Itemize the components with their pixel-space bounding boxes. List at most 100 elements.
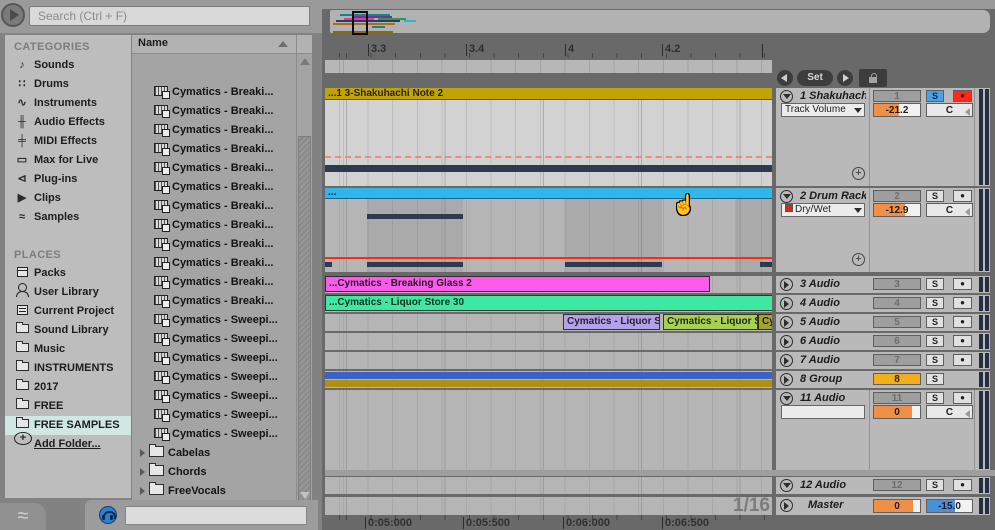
master-volume-field[interactable]: 0: [873, 499, 921, 513]
sort-ascending-icon[interactable]: [278, 41, 288, 47]
file-list-sample-row[interactable]: Cymatics - Sweepi...: [132, 387, 295, 406]
automation-line-dashed[interactable]: [325, 156, 772, 158]
track-header-6-audio[interactable]: 6 Audio 6 S: [776, 333, 990, 350]
fold-icon[interactable]: [780, 354, 793, 367]
arm-button[interactable]: [953, 392, 972, 404]
volume-field[interactable]: 0: [873, 405, 921, 419]
arrangement-overview[interactable]: [330, 10, 990, 35]
arm-button[interactable]: [953, 316, 972, 328]
track-6-lane[interactable]: [325, 333, 772, 350]
solo-button[interactable]: S: [926, 278, 944, 290]
solo-button[interactable]: S: [926, 297, 944, 309]
midi-note[interactable]: [565, 262, 662, 267]
scroll-down-icon[interactable]: [300, 492, 310, 499]
sidebar-item-sound-library[interactable]: Sound Library: [5, 321, 131, 340]
track-header-11-audio[interactable]: 11 Audio 11 S 0 C: [776, 390, 990, 470]
sidebar-item-free[interactable]: FREE: [5, 397, 131, 416]
sidebar-item-samples[interactable]: ≈ Samples: [5, 208, 131, 227]
automation-line-red[interactable]: [325, 257, 772, 259]
track-activator[interactable]: 4: [873, 297, 921, 309]
track-header-1-shakuhachi[interactable]: 1 Shakuhachi 1 S Track Volume -21.2 C +: [776, 88, 990, 186]
clip-shakuhachi[interactable]: ...1 3-Shakuhachi Note 2: [325, 88, 772, 100]
file-list-sample-row[interactable]: Cymatics - Sweepi...: [132, 425, 295, 444]
disclosure-triangle-icon[interactable]: [140, 449, 145, 458]
fold-icon[interactable]: [780, 278, 793, 291]
beat-ruler-ticks[interactable]: [325, 53, 775, 58]
sidebar-item-plug-ins[interactable]: ⊲ Plug-ins: [5, 170, 131, 189]
solo-button[interactable]: S: [926, 190, 944, 202]
track-activator[interactable]: 1: [873, 90, 921, 102]
scrub-area[interactable]: [325, 60, 772, 73]
sidebar-item-midi-effects[interactable]: ╪ MIDI Effects: [5, 132, 131, 151]
automation-device-select[interactable]: Track Volume: [781, 103, 865, 117]
lock-button[interactable]: [859, 69, 887, 87]
solo-button[interactable]: S: [926, 373, 944, 385]
track-4-lane[interactable]: ...Cymatics - Liquor Store 30: [325, 295, 772, 312]
track-header-12-audio[interactable]: 12 Audio 12 S: [776, 477, 990, 494]
midi-note[interactable]: [367, 214, 463, 219]
track-header-master[interactable]: Master 0 -15.0: [776, 497, 990, 515]
file-list-sample-row[interactable]: Cymatics - Sweepi...: [132, 368, 295, 387]
pan-field[interactable]: C: [926, 203, 973, 217]
track-5-lane[interactable]: Cymatics - Liquor Sto Cymatics - Liquor …: [325, 314, 772, 331]
solo-button[interactable]: S: [926, 392, 944, 404]
track-header-7-audio[interactable]: 7 Audio 7 S: [776, 352, 990, 369]
track-activator[interactable]: 11: [873, 392, 921, 404]
track-12-lane[interactable]: [325, 477, 772, 494]
file-list-sample-row[interactable]: Cymatics - Sweepi...: [132, 406, 295, 425]
sidebar-item-clips[interactable]: ▶ Clips: [5, 189, 131, 208]
fold-icon[interactable]: [780, 479, 793, 492]
file-list-sample-row[interactable]: Cymatics - Breaki...: [132, 178, 295, 197]
file-list-sample-row[interactable]: Cymatics - Breaki...: [132, 121, 295, 140]
clip-liquor-store-c[interactable]: Cy: [758, 314, 772, 330]
file-list-sample-row[interactable]: Cymatics - Breaki...: [132, 273, 295, 292]
headphones-preview-icon[interactable]: [99, 506, 117, 524]
track-header-5-audio[interactable]: 5 Audio 5 S: [776, 314, 990, 331]
sidebar-item-packs[interactable]: Packs: [5, 264, 131, 283]
clip-drumrack[interactable]: ...: [325, 188, 772, 199]
disclosure-triangle-icon[interactable]: [140, 468, 145, 477]
track-activator[interactable]: 3: [873, 278, 921, 290]
track-activator[interactable]: 8: [873, 373, 921, 385]
fold-icon[interactable]: [780, 90, 793, 103]
sidebar-item-max-for-live[interactable]: ▭ Max for Live: [5, 151, 131, 170]
solo-button[interactable]: S: [926, 335, 944, 347]
file-list-sample-row[interactable]: Cymatics - Breaki...: [132, 83, 295, 102]
arm-button[interactable]: [953, 335, 972, 347]
automation-device-select[interactable]: [781, 405, 865, 419]
sidebar-item-sounds[interactable]: ♪ Sounds: [5, 56, 131, 75]
pan-field[interactable]: C: [926, 103, 973, 117]
fold-icon[interactable]: [780, 335, 793, 348]
track-11-lane[interactable]: [325, 390, 772, 470]
pan-field[interactable]: C: [926, 405, 973, 419]
loop-start-arrow-button[interactable]: [777, 70, 793, 86]
solo-button[interactable]: S: [926, 479, 944, 491]
volume-field[interactable]: -21.2: [873, 103, 921, 117]
file-list-sample-row[interactable]: Cymatics - Breaki...: [132, 140, 295, 159]
track-7-lane[interactable]: [325, 352, 772, 369]
sidebar-item-audio-effects[interactable]: ╫ Audio Effects: [5, 113, 131, 132]
solo-button[interactable]: S: [926, 354, 944, 366]
add-automation-lane-button[interactable]: +: [852, 167, 865, 180]
track-activator[interactable]: 2: [873, 190, 921, 202]
automation-device-select[interactable]: Dry/Wet: [781, 203, 865, 217]
arm-button[interactable]: [953, 479, 972, 491]
solo-button[interactable]: S: [926, 316, 944, 328]
sidebar-item-2017[interactable]: 2017: [5, 378, 131, 397]
disclosure-triangle-icon[interactable]: [140, 487, 145, 496]
cue-volume-field[interactable]: -15.0: [926, 499, 973, 513]
group-clip-gold[interactable]: [325, 380, 772, 387]
arm-button[interactable]: [953, 354, 972, 366]
sidebar-item-music[interactable]: Music: [5, 340, 131, 359]
sidebar-item-drums[interactable]: ∷ Drums: [5, 75, 131, 94]
browser-circle-button[interactable]: [1, 3, 25, 27]
track-header-8-group[interactable]: 8 Group 8 S: [776, 371, 990, 388]
arm-button[interactable]: [953, 190, 972, 202]
arm-button[interactable]: [953, 297, 972, 309]
loop-end-arrow-button[interactable]: [837, 70, 853, 86]
file-list-sample-row[interactable]: Cymatics - Breaki...: [132, 254, 295, 273]
file-list-scrollbar[interactable]: [296, 54, 312, 505]
add-folder-button[interactable]: + Add Folder...: [5, 432, 131, 454]
clip-liquor-store-b[interactable]: Cymatics - Liquor St: [663, 314, 758, 330]
scroll-up-icon[interactable]: [300, 58, 310, 65]
